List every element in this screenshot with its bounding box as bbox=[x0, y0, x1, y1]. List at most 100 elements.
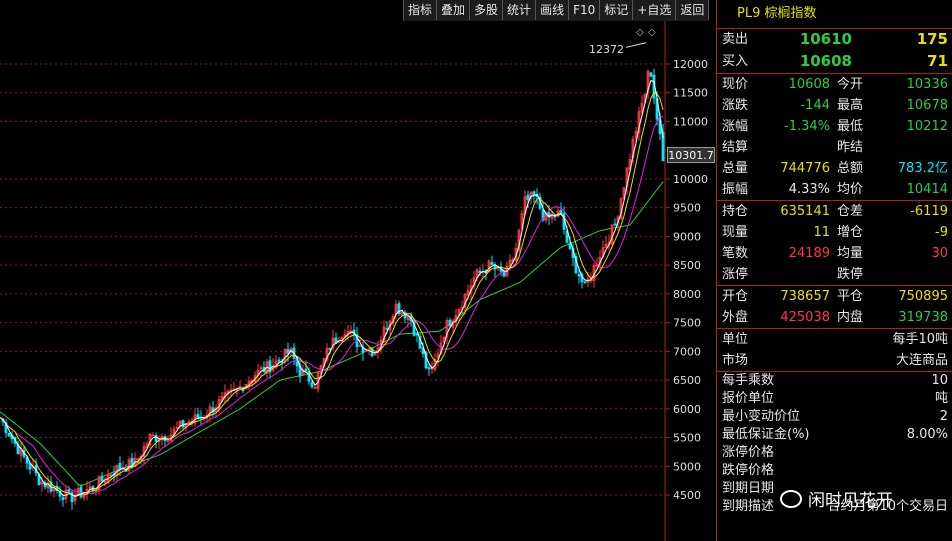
info-row: 市场 大连商品 bbox=[717, 350, 952, 371]
chart-toolbar: 指标 叠加 多股 统计 画线 F10 标记 +自选 返回 bbox=[403, 0, 710, 21]
stat-row: 现量 11 增仓 -9 bbox=[717, 222, 952, 243]
quote-panel: PL9 棕榈指数 卖出 10610 175 买入 10608 71 现价 10608 今开 10… bbox=[716, 0, 952, 541]
watermark-text: 闲时见花开 bbox=[808, 491, 893, 511]
toolbar-button[interactable]: 标记 bbox=[600, 0, 634, 20]
quote-label: 卖出 bbox=[722, 32, 749, 47]
stat-row: 涨幅 -1.34% 最低 10212 bbox=[717, 116, 952, 137]
bid-ask-block: 卖出 10610 175 买入 10608 71 bbox=[717, 29, 952, 74]
kline-chart[interactable]: 12000 11500 11000 10000 9500 9000 8500 8000 7500… bbox=[0, 21, 715, 541]
y-tick-label: 8500 bbox=[673, 259, 701, 272]
toolbar-button[interactable]: 画线 bbox=[536, 0, 570, 20]
stat-value: -144 bbox=[800, 98, 830, 113]
candle-body bbox=[277, 359, 281, 362]
stat-label: 开仓 bbox=[722, 289, 749, 304]
info-value: 大连商品 bbox=[895, 353, 948, 368]
ma-magenta-line bbox=[0, 116, 664, 495]
stat-label: 现价 bbox=[722, 77, 749, 92]
stat-label: 现量 bbox=[722, 225, 749, 240]
y-tick-label: 9000 bbox=[673, 230, 701, 243]
candle-body bbox=[181, 419, 185, 428]
y-tick-label: 9500 bbox=[673, 202, 701, 215]
kline-chart-area[interactable]: 指标 叠加 多股 统计 画线 F10 标记 +自选 返回 12000 11500 11000 1000… bbox=[0, 0, 715, 541]
info-value: 10 bbox=[931, 373, 948, 388]
quote-row: 买入 10608 71 bbox=[717, 51, 952, 73]
info-label: 到期日期 bbox=[722, 481, 775, 496]
y-tick-label: 8000 bbox=[673, 288, 701, 301]
info-label: 到期描述 bbox=[722, 499, 775, 514]
y-tick-label: 6500 bbox=[673, 374, 701, 387]
position-stats-block: 持仓 635141 仓差 -6119 现量 11 增仓 -9 笔数 24189 均量 30 涨停 跌停 bbox=[717, 201, 952, 286]
stat-label: 跌停 bbox=[837, 267, 864, 282]
info-label: 单位 bbox=[722, 332, 749, 347]
y-tick-label: 12000 bbox=[673, 58, 708, 71]
candle-body bbox=[61, 497, 65, 500]
candle-body bbox=[7, 432, 11, 437]
stat-label: 持仓 bbox=[722, 204, 749, 219]
stat-value: 319738 bbox=[898, 310, 948, 325]
toolbar-button[interactable]: 返回 bbox=[676, 0, 710, 20]
info-row: 单位 每手10吨 bbox=[717, 329, 952, 350]
instrument-title: PL9 棕榈指数 bbox=[717, 0, 952, 29]
stat-label: 增仓 bbox=[837, 225, 864, 240]
stat-label: 笔数 bbox=[722, 246, 749, 261]
stat-label: 总量 bbox=[722, 161, 749, 176]
stat-value: 635141 bbox=[780, 204, 830, 219]
y-tick-label: 5000 bbox=[673, 460, 701, 473]
y-tick-label: 7000 bbox=[673, 345, 701, 358]
info-row: 最低保证金(%) 8.00% bbox=[717, 426, 952, 444]
toolbar-button[interactable]: F10 bbox=[569, 0, 601, 20]
stat-label: 内盘 bbox=[837, 310, 864, 325]
y-tick-label: 11000 bbox=[673, 115, 708, 128]
toolbar-button[interactable]: 统计 bbox=[503, 0, 537, 20]
stat-label: 结算 bbox=[722, 140, 749, 155]
y-tick-label: 10000 bbox=[673, 173, 708, 186]
candle-body bbox=[358, 345, 362, 348]
toolbar-button[interactable]: +自选 bbox=[633, 0, 677, 20]
candle-body bbox=[79, 486, 83, 498]
toolbar-button[interactable]: 叠加 bbox=[437, 0, 471, 20]
info-row: 每手乘数 10 bbox=[717, 372, 952, 390]
stat-value: 425038 bbox=[780, 310, 830, 325]
stat-value: 30 bbox=[931, 246, 948, 261]
stat-value: 11 bbox=[813, 225, 830, 240]
quote-label: 买入 bbox=[722, 54, 749, 69]
stat-value: 10608 bbox=[788, 77, 830, 92]
toolbar-button[interactable]: 多股 bbox=[470, 0, 504, 20]
info-label: 市场 bbox=[722, 353, 749, 368]
info-label: 最低保证金(%) bbox=[722, 427, 810, 442]
stat-label: 振幅 bbox=[722, 182, 749, 197]
candle-body bbox=[490, 262, 494, 266]
candle-body bbox=[286, 349, 290, 354]
stat-row: 笔数 24189 均量 30 bbox=[717, 243, 952, 264]
stat-row: 涨停 跌停 bbox=[717, 264, 952, 285]
stat-row: 总量 744776 总额 783.2亿 bbox=[717, 158, 952, 179]
candle-body bbox=[118, 463, 122, 470]
info-label: 涨停价格 bbox=[722, 445, 775, 460]
diamond-icon[interactable]: ◇ bbox=[636, 27, 644, 38]
quote-volume: 175 bbox=[916, 30, 948, 48]
quote-row: 卖出 10610 175 bbox=[717, 29, 952, 51]
candle-body bbox=[427, 367, 431, 370]
info-row: 涨停价格 bbox=[717, 444, 952, 462]
diamond-icon[interactable]: ◇ bbox=[648, 27, 656, 38]
stat-row: 现价 10608 今开 10336 bbox=[717, 74, 952, 95]
stat-label: 外盘 bbox=[722, 310, 749, 325]
stat-row: 结算 昨结 bbox=[717, 137, 952, 158]
y-tick-label: 4500 bbox=[673, 489, 701, 502]
info-label: 报价单位 bbox=[722, 391, 775, 406]
stat-value: 738657 bbox=[780, 289, 830, 304]
stat-label: 总额 bbox=[837, 161, 864, 176]
stat-value: -6119 bbox=[910, 204, 948, 219]
stat-value: -1.34% bbox=[784, 119, 830, 134]
info-row: 最小变动价位 2 bbox=[717, 408, 952, 426]
ma-white-line bbox=[0, 79, 664, 498]
stat-row: 持仓 635141 仓差 -6119 bbox=[717, 201, 952, 222]
candle-body bbox=[385, 327, 389, 330]
toolbar-button[interactable]: 指标 bbox=[404, 0, 438, 20]
y-tick-label: 6000 bbox=[673, 403, 701, 416]
candle-body bbox=[310, 382, 314, 388]
stat-value: 24189 bbox=[788, 246, 830, 261]
info-label: 跌停价格 bbox=[722, 463, 775, 478]
candle-body bbox=[559, 210, 563, 215]
candle-body bbox=[649, 72, 653, 77]
